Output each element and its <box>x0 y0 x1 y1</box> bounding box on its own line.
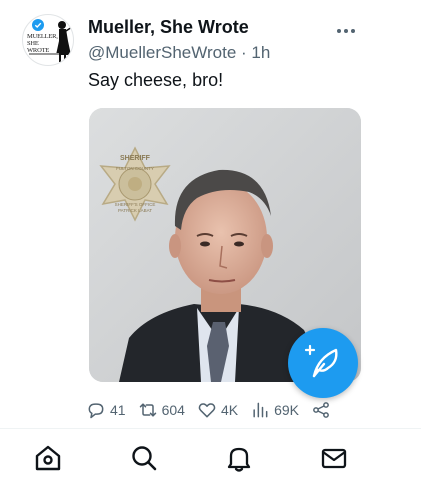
views-count: 69K <box>274 402 299 418</box>
timestamp[interactable]: 1h <box>251 43 270 62</box>
badge-name: PATRICK LABAT <box>118 208 152 213</box>
tab-messages[interactable] <box>319 443 349 473</box>
compose-quill-icon <box>304 344 338 378</box>
compose-button[interactable] <box>288 328 358 398</box>
reply-count: 41 <box>110 402 126 418</box>
tweet-text: Say cheese, bro! <box>88 70 224 90</box>
more-horizontal-icon[interactable] <box>337 20 363 33</box>
handle[interactable]: @MuellerSheWrote <box>88 43 236 62</box>
display-name[interactable]: Mueller, She Wrote <box>88 17 249 38</box>
badge-office: SHERIFF'S OFFICE <box>115 202 156 207</box>
retweet-icon <box>139 403 156 417</box>
views-button[interactable]: 69K <box>250 400 299 420</box>
reply-button[interactable]: 41 <box>86 400 126 420</box>
retweet-count: 604 <box>161 402 185 418</box>
reply-icon <box>88 403 104 419</box>
retweet-button[interactable]: 604 <box>138 400 185 420</box>
share-button[interactable] <box>311 400 335 420</box>
share-icon <box>313 402 329 418</box>
heart-icon <box>198 403 216 418</box>
separator: · <box>241 43 247 62</box>
messages-icon <box>321 448 347 469</box>
like-count: 4K <box>220 402 239 418</box>
notifications-icon <box>227 447 251 472</box>
tab-notifications[interactable] <box>224 443 254 473</box>
tab-search[interactable] <box>129 443 159 473</box>
handle-row: @MuellerSheWrote · 1h <box>88 43 270 63</box>
tweet[interactable]: Mueller, She Wrote Mueller, She Wrote @M… <box>0 0 421 428</box>
badge-label: SHERIFF <box>120 155 151 162</box>
like-button[interactable]: 4K <box>197 400 238 420</box>
verified-badge-icon <box>32 19 44 31</box>
tweet-actions: 41 604 4K 69K <box>86 398 335 422</box>
avatar-logo-underline <box>29 53 59 55</box>
badge-county: FULTON COUNTY <box>116 166 154 171</box>
bottom-tab-bar <box>0 428 421 500</box>
avatar-figure-icon <box>56 21 73 62</box>
search-icon <box>132 446 157 471</box>
avatar[interactable]: Mueller, She Wrote <box>22 14 74 66</box>
home-icon <box>35 445 61 471</box>
views-bar-icon <box>253 402 268 418</box>
tab-home[interactable] <box>33 443 63 473</box>
